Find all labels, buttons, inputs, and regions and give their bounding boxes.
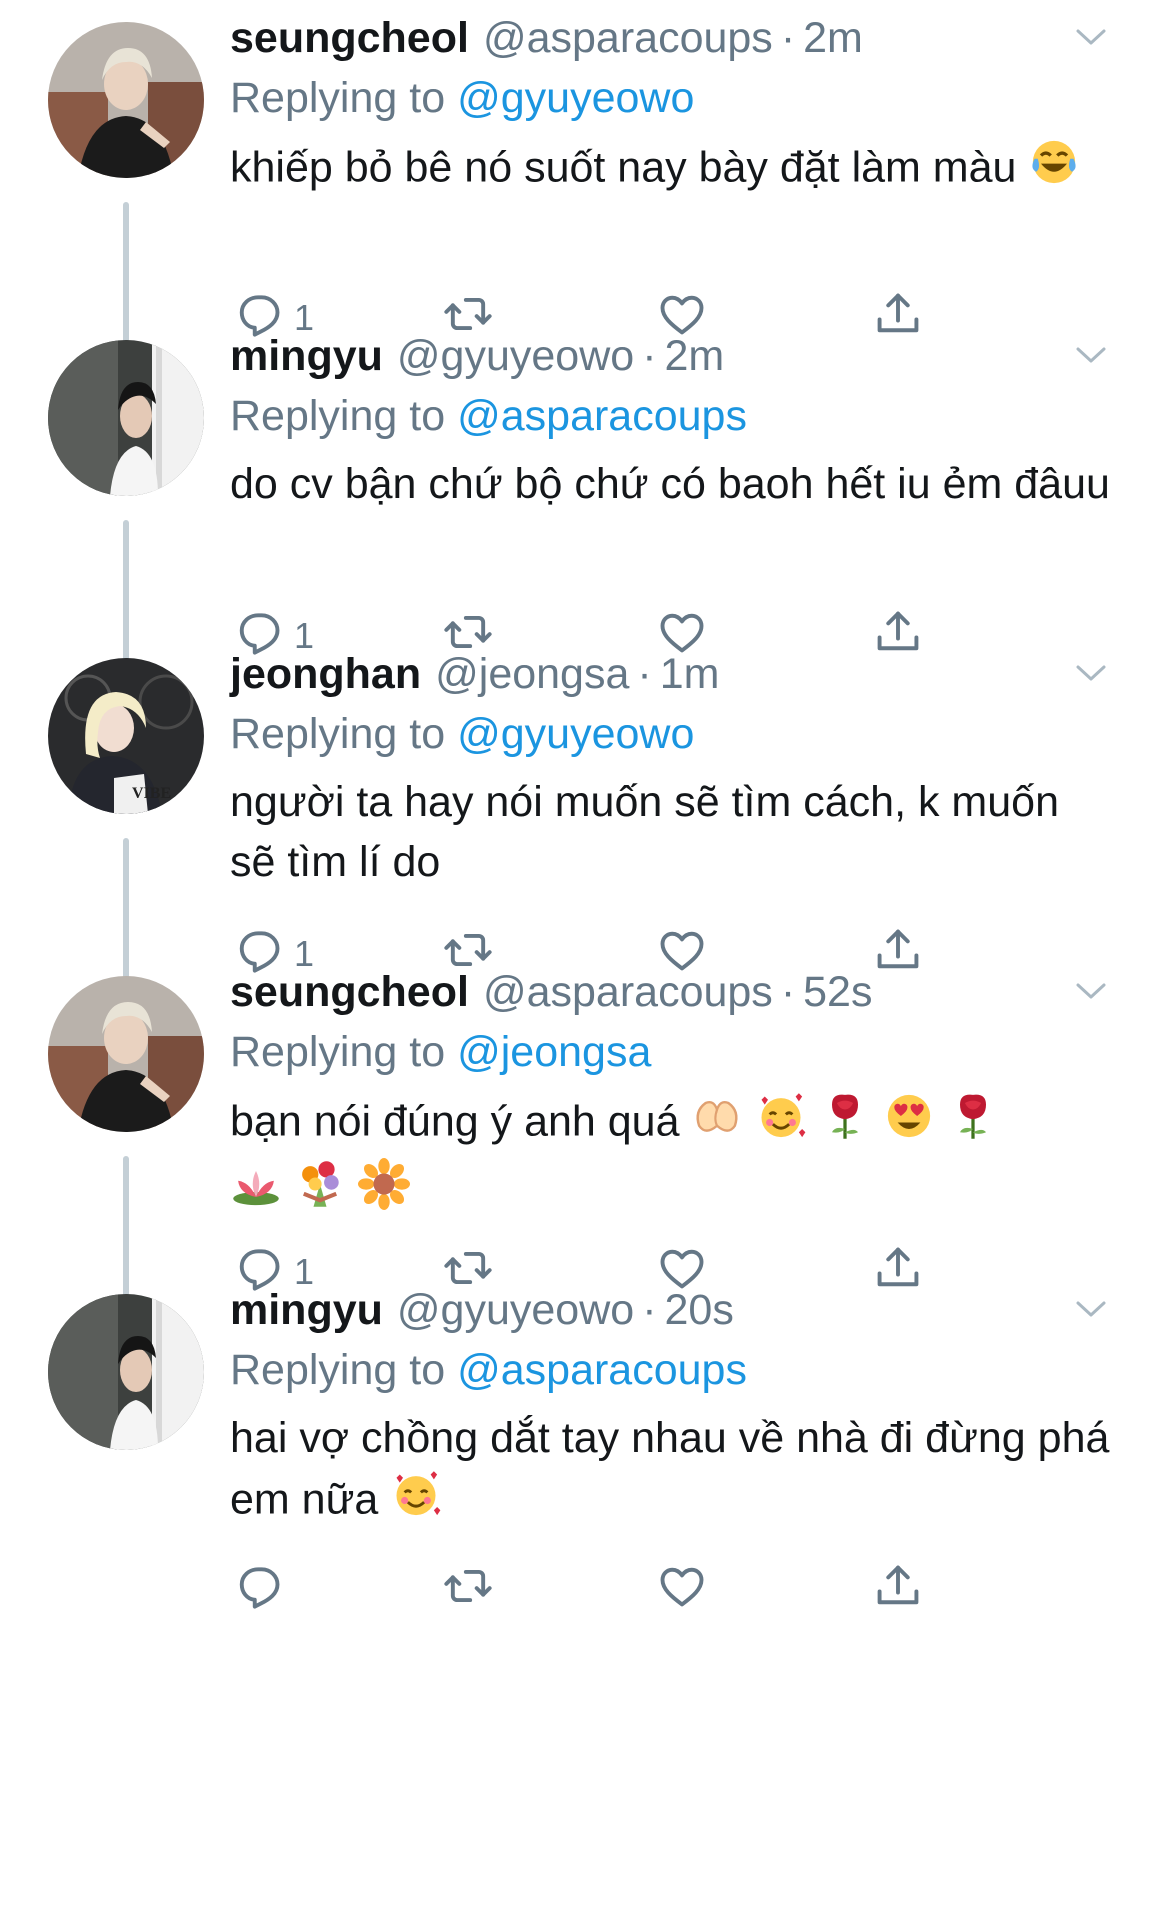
timestamp[interactable]: 2m <box>665 332 725 381</box>
avatar[interactable] <box>48 1294 204 1450</box>
username-handle[interactable]: @asparacoups <box>483 14 773 63</box>
replying-to-mention[interactable]: @gyuyeowo <box>457 74 694 122</box>
tweet-header: mingyu @gyuyeowo · 2m <box>230 332 1110 392</box>
display-name[interactable]: jeonghan <box>230 650 421 699</box>
replying-to-line: Replying to @asparacoups <box>230 1346 1110 1406</box>
lotus-emoji <box>230 1158 282 1226</box>
replying-to-line: Replying to @asparacoups <box>230 392 1110 452</box>
display-name[interactable]: mingyu <box>230 332 383 381</box>
replying-label: Replying to <box>230 1028 446 1076</box>
tweet-text-content: người ta hay nói muốn sẽ tìm cách, k muố… <box>230 778 1059 886</box>
heart-eyes-emoji <box>883 1090 935 1158</box>
replying-to-mention[interactable]: @asparacoups <box>457 1346 747 1394</box>
tweet-content: mingyu @gyuyeowo · 20s Replying to @aspa… <box>230 1286 1110 1536</box>
replying-to-mention[interactable]: @jeongsa <box>457 1028 651 1076</box>
tweet[interactable]: mingyu @gyuyeowo · 20s Replying to @aspa… <box>0 1272 1160 1660</box>
separator-dot: · <box>780 14 796 62</box>
reply-button[interactable] <box>232 1562 294 1618</box>
rose-emoji <box>819 1090 871 1158</box>
svg-text:VIBE: VIBE <box>132 785 171 802</box>
separator-dot: · <box>780 968 796 1016</box>
username-handle[interactable]: @jeongsa <box>435 650 629 699</box>
timestamp[interactable]: 2m <box>803 14 863 63</box>
timestamp[interactable]: 20s <box>665 1286 734 1335</box>
reply-thread: seungcheol @asparacoups · 2m Replying to… <box>0 0 1160 1920</box>
tweet-text: do cv bận chứ bộ chứ có baoh hết iu ẻm đ… <box>230 454 1110 514</box>
replying-label: Replying to <box>230 710 446 758</box>
tweet-text: hai vợ chồng dắt tay nhau về nhà đi đừng… <box>230 1408 1110 1536</box>
avatar[interactable] <box>48 976 204 1132</box>
timestamp[interactable]: 1m <box>660 650 720 699</box>
display-name[interactable]: seungcheol <box>230 14 469 63</box>
tweet-content: mingyu @gyuyeowo · 2m Replying to @aspar… <box>230 332 1110 514</box>
tweet-text: bạn nói đúng ý anh quá <box>230 1090 1110 1226</box>
replying-to-line: Replying to @jeongsa <box>230 1028 1110 1088</box>
tweet-header: mingyu @gyuyeowo · 20s <box>230 1286 1110 1346</box>
tweet-content: jeonghan @jeongsa · 1m Replying to @gyuy… <box>230 650 1110 892</box>
bouquet-emoji <box>294 1158 346 1226</box>
replying-label: Replying to <box>230 74 446 122</box>
like-button[interactable] <box>656 1562 708 1618</box>
replying-to-mention[interactable]: @asparacoups <box>457 392 747 440</box>
avatar[interactable] <box>48 22 204 178</box>
tweet-text-content: khiếp bỏ bê nó suốt nay bày đặt làm màu <box>230 143 1017 192</box>
sunflower-emoji <box>357 1158 410 1226</box>
replying-label: Replying to <box>230 1346 446 1394</box>
username-handle[interactable]: @asparacoups <box>483 968 773 1017</box>
avatar[interactable] <box>48 340 204 496</box>
heart-icon <box>656 1560 708 1621</box>
timestamp[interactable]: 52s <box>803 968 872 1017</box>
tweet-text-content: hai vợ chồng dắt tay nhau về nhà đi đừng… <box>230 1414 1110 1524</box>
heart-hands-emoji <box>691 1090 743 1158</box>
tweet-text: khiếp bỏ bê nó suốt nay bày đặt làm màu <box>230 136 1110 204</box>
retweet-icon <box>442 1560 494 1621</box>
separator-dot: · <box>637 650 652 698</box>
separator-dot: · <box>642 1286 657 1334</box>
face-with-tears-of-joy-emoji <box>1028 136 1080 204</box>
tweet-header: seungcheol @asparacoups · 2m <box>230 14 1110 74</box>
avatar[interactable]: VIBE <box>48 658 204 814</box>
reply-icon <box>232 1560 284 1621</box>
tweet-header: jeonghan @jeongsa · 1m <box>230 650 1110 710</box>
tweet-actions <box>230 1562 950 1618</box>
tweet-content: seungcheol @asparacoups · 2m Replying to… <box>230 14 1110 204</box>
tweet-content: seungcheol @asparacoups · 52s Replying t… <box>230 968 1110 1226</box>
share-icon <box>872 1560 924 1621</box>
replying-label: Replying to <box>230 392 446 440</box>
separator-dot: · <box>642 332 657 380</box>
tweet-header: seungcheol @asparacoups · 52s <box>230 968 1110 1028</box>
display-name[interactable]: seungcheol <box>230 968 469 1017</box>
replying-to-line: Replying to @gyuyeowo <box>230 710 1110 770</box>
share-button[interactable] <box>872 1562 924 1618</box>
tweet-text-content: do cv bận chứ bộ chứ có baoh hết iu ẻm đ… <box>230 460 1110 508</box>
display-name[interactable]: mingyu <box>230 1286 383 1335</box>
smiling-face-with-hearts-emoji <box>755 1090 807 1158</box>
replying-to-mention[interactable]: @gyuyeowo <box>457 710 694 758</box>
retweet-button[interactable] <box>442 1562 494 1618</box>
tweet-text-content: bạn nói đúng ý anh quá <box>230 1097 680 1146</box>
replying-to-line: Replying to @gyuyeowo <box>230 74 1110 134</box>
username-handle[interactable]: @gyuyeowo <box>397 332 634 381</box>
smiling-face-with-hearts-emoji <box>390 1468 442 1536</box>
username-handle[interactable]: @gyuyeowo <box>397 1286 634 1335</box>
rose-emoji <box>947 1090 999 1158</box>
tweet-text: người ta hay nói muốn sẽ tìm cách, k muố… <box>230 772 1110 892</box>
